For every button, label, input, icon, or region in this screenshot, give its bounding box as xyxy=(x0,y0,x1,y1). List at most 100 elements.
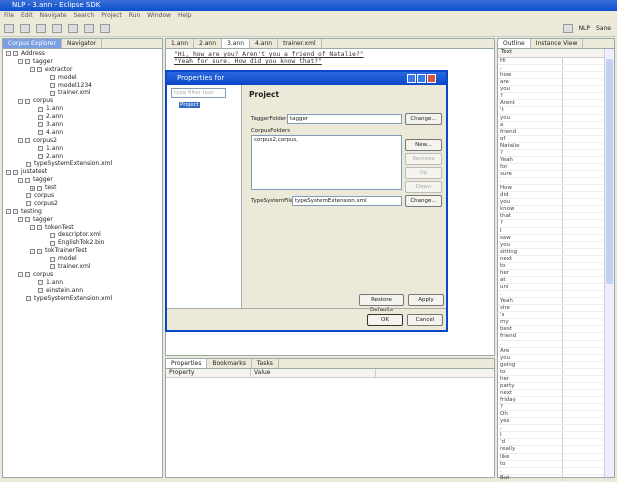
outline-row[interactable]: to xyxy=(498,369,604,376)
outline-row[interactable]: friday xyxy=(498,397,604,405)
new-button[interactable]: New... xyxy=(405,139,442,151)
search-icon[interactable] xyxy=(52,23,62,33)
outline-row[interactable]: really xyxy=(498,446,604,454)
perspective-sane[interactable]: Sane xyxy=(596,25,611,32)
outline-row[interactable]: yes xyxy=(498,418,604,426)
outline-row[interactable]: Arent xyxy=(498,100,604,108)
outline-row[interactable]: . xyxy=(498,178,604,186)
outline-row[interactable]: know xyxy=(498,206,604,214)
outline-row[interactable]: you xyxy=(498,199,604,207)
outline-row[interactable]: . xyxy=(498,468,604,475)
editor-tab[interactable]: 4.ann xyxy=(250,39,279,48)
close-button[interactable] xyxy=(427,74,436,83)
tree-item[interactable]: trainer.xml xyxy=(6,263,159,271)
minimize-button[interactable] xyxy=(407,74,416,83)
tab-outline[interactable]: Outline xyxy=(498,39,531,48)
expand-icon[interactable]: + xyxy=(30,185,35,191)
tree-item[interactable]: model xyxy=(6,255,159,263)
tree-item[interactable]: - corpus2 xyxy=(6,137,159,145)
tree-item[interactable]: model xyxy=(6,74,159,82)
outline-row[interactable]: 'd xyxy=(498,439,604,447)
tagger-folder-input[interactable]: tagger xyxy=(287,114,402,124)
collapse-icon[interactable]: - xyxy=(18,217,23,223)
outline-row[interactable]: she xyxy=(498,305,604,313)
tree-item[interactable]: - corpus xyxy=(6,97,159,105)
outline-row[interactable]: that xyxy=(498,213,604,221)
outline-row[interactable]: for xyxy=(498,164,604,171)
new-icon[interactable] xyxy=(4,23,14,33)
tree-item[interactable]: einstein.ann xyxy=(6,287,159,295)
outline-row[interactable]: like xyxy=(498,454,604,461)
outline-scrollbar[interactable] xyxy=(604,49,614,477)
outline-row[interactable]: did xyxy=(498,192,604,200)
outline-row[interactable]: uni xyxy=(498,284,604,292)
tree-item[interactable]: typeSystemExtension.xml xyxy=(6,295,159,303)
menu-navigate[interactable]: Navigate xyxy=(40,12,67,19)
outline-row[interactable]: 't xyxy=(498,107,604,115)
edit-icon[interactable] xyxy=(68,23,78,33)
up-button[interactable]: Up xyxy=(405,167,442,179)
apply-button[interactable]: Apply xyxy=(408,294,444,306)
editor-tab[interactable]: 3.ann xyxy=(222,39,251,48)
outline-row[interactable]: to xyxy=(498,461,604,468)
outline-row[interactable]: you xyxy=(498,86,604,94)
perspective-nlp[interactable]: NLP xyxy=(579,25,590,32)
collapse-icon[interactable]: - xyxy=(30,248,35,254)
open-perspective-icon[interactable] xyxy=(562,24,573,33)
tree-item[interactable]: 2.ann xyxy=(6,113,159,121)
tab-corpus-explorer[interactable]: Corpus Explorer xyxy=(3,39,62,48)
collapse-icon[interactable]: - xyxy=(18,98,23,104)
tree-item[interactable]: - extractor xyxy=(6,66,159,74)
outline-row[interactable]: Hi xyxy=(498,58,604,66)
outline-row[interactable]: Oh xyxy=(498,411,604,419)
outline-row[interactable]: But xyxy=(498,475,604,482)
cancel-button[interactable]: Cancel xyxy=(407,314,443,326)
outline-row[interactable]: going xyxy=(498,362,604,369)
outline-row[interactable]: to xyxy=(498,263,604,270)
tree-item[interactable]: - Address xyxy=(6,50,159,58)
change-type-button[interactable]: Change... xyxy=(405,195,442,207)
filter-input[interactable]: type filter text xyxy=(171,88,226,98)
outline-row[interactable]: Yeah xyxy=(498,298,604,306)
menu-window[interactable]: Window xyxy=(147,12,171,19)
tree-item[interactable]: 1.ann xyxy=(6,105,159,113)
tree-item[interactable]: 1.ann xyxy=(6,145,159,153)
outline-row[interactable]: next xyxy=(498,256,604,263)
outline-row[interactable]: 's xyxy=(498,312,604,320)
outline-row[interactable]: saw xyxy=(498,235,604,242)
outline-row[interactable]: , xyxy=(498,65,604,73)
menu-help[interactable]: Help xyxy=(178,12,192,19)
tree-item[interactable]: descriptor.xml xyxy=(6,231,159,239)
type-system-input[interactable]: typeSystemExtension.xml xyxy=(292,196,402,206)
outline-row[interactable]: how xyxy=(498,72,604,80)
collapse-icon[interactable]: - xyxy=(18,177,23,183)
outline-row[interactable]: , xyxy=(498,425,604,433)
outline-row[interactable]: Are xyxy=(498,348,604,355)
collapse-icon[interactable]: - xyxy=(6,209,11,215)
tree-item[interactable]: 2.ann xyxy=(6,153,159,161)
outline-row[interactable]: ? xyxy=(498,220,604,228)
tree-item[interactable]: - tokTrainerTest xyxy=(6,247,159,255)
tree-item[interactable]: model1234 xyxy=(6,82,159,90)
tree-item[interactable]: 1.ann xyxy=(6,279,159,287)
editor-line[interactable]: "Yeah for sure. How did you know that?" xyxy=(174,58,486,65)
collapse-icon[interactable]: - xyxy=(30,67,35,73)
outline-row[interactable]: sitting xyxy=(498,249,604,256)
column-text[interactable]: Text xyxy=(498,49,604,58)
outline-row[interactable]: sure xyxy=(498,171,604,179)
tree-item[interactable]: - tagger xyxy=(6,58,159,66)
menu-file[interactable]: File xyxy=(4,12,14,19)
outline-row[interactable]: ? xyxy=(498,150,604,157)
column-value[interactable]: Value xyxy=(251,369,376,377)
tree-item[interactable]: - tagger xyxy=(6,216,159,224)
editor-tab[interactable]: trainer.xml xyxy=(278,39,322,48)
outline-row[interactable]: How xyxy=(498,185,604,193)
outline-row[interactable]: you xyxy=(498,355,604,362)
tree-item[interactable]: 3.ann xyxy=(6,121,159,129)
outline-row[interactable]: best xyxy=(498,326,604,334)
tree-item[interactable]: EnglishTok2.bin xyxy=(6,239,159,247)
outline-row[interactable]: I xyxy=(498,228,604,235)
tab-navigator[interactable]: Navigator xyxy=(62,39,103,48)
outline-row[interactable]: Yeah xyxy=(498,157,604,164)
editor-line[interactable]: "Hi, how are you? Aren't you a friend of… xyxy=(174,51,486,58)
